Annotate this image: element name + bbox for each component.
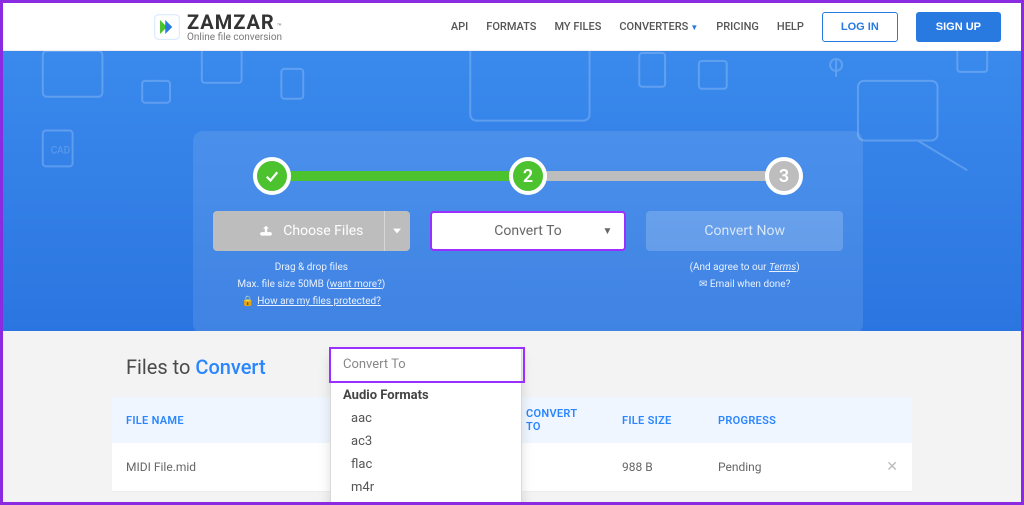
cell-convert-to xyxy=(512,443,608,492)
choose-files-button[interactable]: Choose Files xyxy=(213,211,410,251)
upload-cloud-icon xyxy=(259,224,273,238)
lock-icon: 🔒 xyxy=(242,296,254,307)
terms-link[interactable]: Terms xyxy=(769,262,796,273)
choose-files-dropdown-toggle[interactable] xyxy=(384,211,410,251)
want-more-link[interactable]: want more? xyxy=(330,279,382,290)
convert-to-dropdown-button[interactable]: Convert To ▼ xyxy=(430,211,627,251)
col-file-size: FILE SIZE xyxy=(608,397,704,443)
nav-pricing[interactable]: PRICING xyxy=(716,20,759,33)
step-1-done xyxy=(253,157,291,195)
chevron-down-icon xyxy=(393,227,401,235)
brand-logo-icon xyxy=(153,13,181,41)
nav-api[interactable]: API xyxy=(451,20,468,33)
nav-help[interactable]: HELP xyxy=(777,20,804,33)
step-2-current: 2 xyxy=(509,157,547,195)
dropdown-item-ac3[interactable]: ac3 xyxy=(331,430,521,453)
brand-logo[interactable]: ZAMZAR™ Online file conversion xyxy=(153,10,282,43)
cell-progress: Pending xyxy=(704,443,864,492)
conversion-steps-panel: 2 3 Choose Files Drag & drop files xyxy=(193,131,863,331)
signup-button[interactable]: SIGN UP xyxy=(916,12,1001,42)
dropdown-item-m4r[interactable]: m4r xyxy=(331,476,521,499)
brand-name: ZAMZAR xyxy=(187,10,275,34)
chevron-down-icon: ▼ xyxy=(690,23,698,32)
login-button[interactable]: LOG IN xyxy=(822,12,898,42)
top-navbar: ZAMZAR™ Online file conversion API FORMA… xyxy=(3,3,1021,51)
choose-files-hints: Drag & drop files Max. file size 50MB (w… xyxy=(213,259,410,310)
dropdown-item-m4a[interactable]: m4a xyxy=(331,499,521,505)
dropdown-item-flac[interactable]: flac xyxy=(331,453,521,476)
step-progress-track: 2 3 xyxy=(253,149,803,199)
below-hero: Convert To Audio Formats aac ac3 flac m4… xyxy=(3,331,1021,502)
svg-text:CAD: CAD xyxy=(51,145,70,156)
dropdown-group-header: Audio Formats xyxy=(331,380,521,407)
nav-link-group: API FORMATS MY FILES CONVERTERS▼ PRICING… xyxy=(451,12,1001,42)
hero-section: CAD 2 3 Choose Files xyxy=(3,51,1021,331)
chevron-down-icon: ▼ xyxy=(602,226,612,237)
cell-file-size: 988 B xyxy=(608,443,704,492)
check-icon xyxy=(263,167,281,185)
files-protected-link[interactable]: How are my files protected? xyxy=(257,296,381,307)
dropdown-placeholder: Convert To xyxy=(331,349,521,380)
col-progress: PROGRESS xyxy=(704,397,864,443)
brand-tm: ™ xyxy=(277,22,282,31)
dropdown-item-aac[interactable]: aac xyxy=(331,407,521,430)
convert-now-button[interactable]: Convert Now xyxy=(646,211,843,251)
nav-converters[interactable]: CONVERTERS▼ xyxy=(619,20,698,33)
col-convert-to: CONVERT TO xyxy=(512,397,608,443)
step-3-next: 3 xyxy=(765,157,803,195)
nav-myfiles[interactable]: MY FILES xyxy=(554,20,601,33)
delete-row-button[interactable]: ✕ xyxy=(886,459,898,475)
format-dropdown-panel[interactable]: Convert To Audio Formats aac ac3 flac m4… xyxy=(330,349,522,505)
convert-now-hints: (And agree to our Terms) ✉ Email when do… xyxy=(646,259,843,293)
annotated-screenshot-frame: ZAMZAR™ Online file conversion API FORMA… xyxy=(0,0,1024,505)
mail-icon: ✉ xyxy=(699,279,707,290)
nav-formats[interactable]: FORMATS xyxy=(486,20,536,33)
brand-tagline: Online file conversion xyxy=(187,32,282,43)
